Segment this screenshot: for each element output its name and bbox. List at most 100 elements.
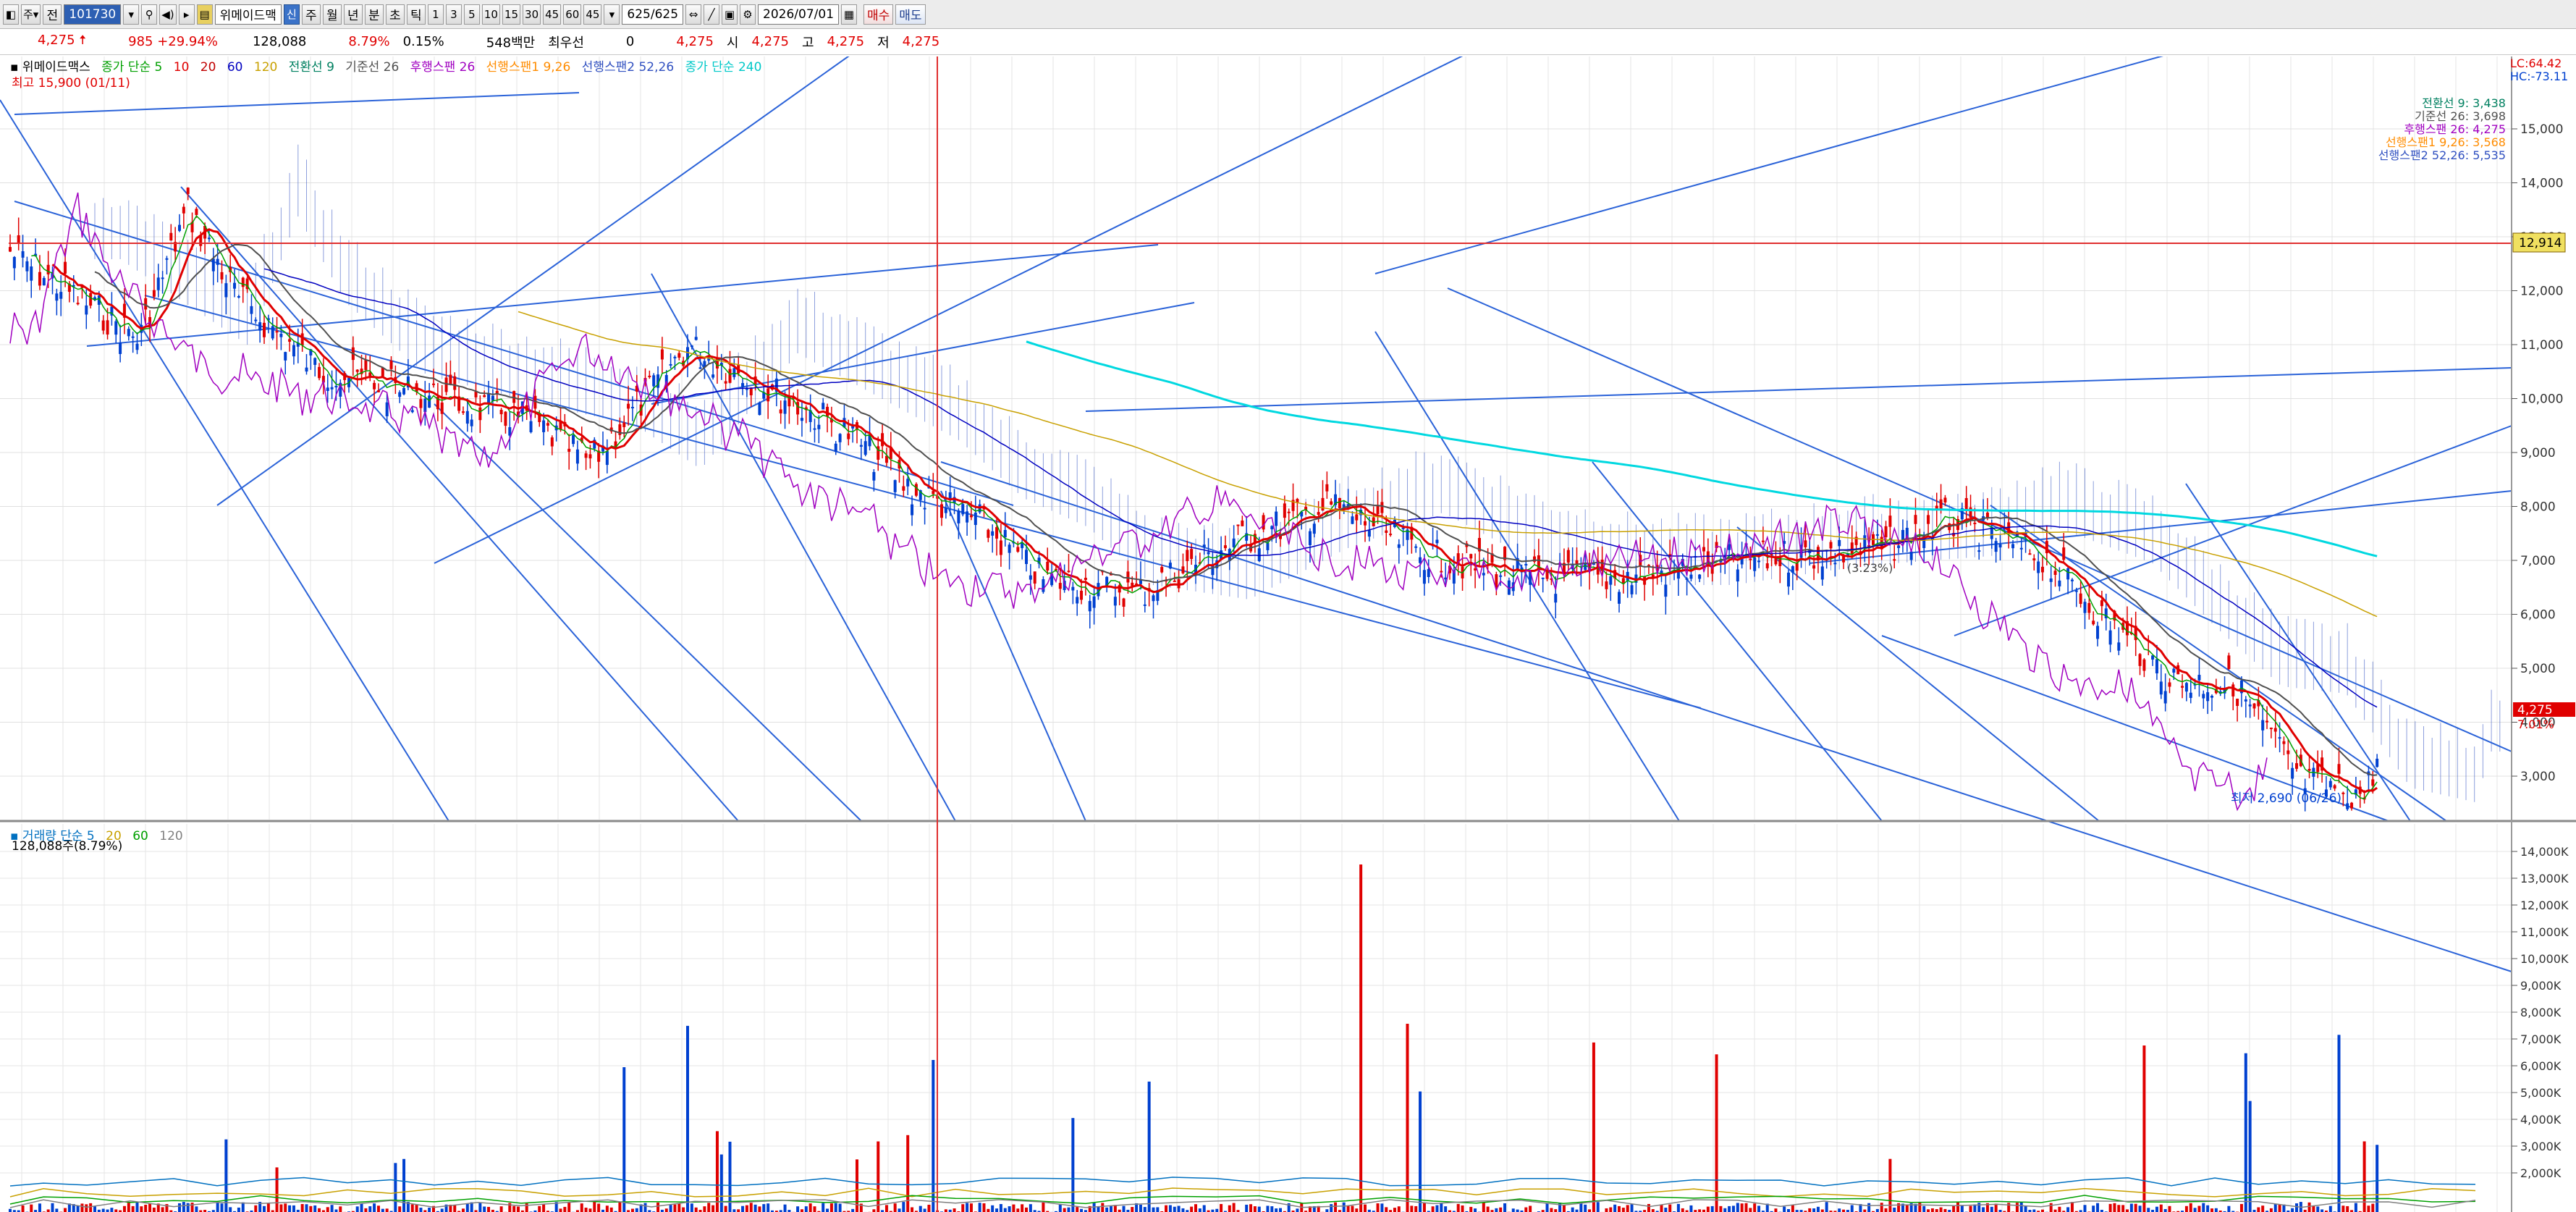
open-label: 시 — [726, 35, 739, 51]
indicator-value: 후행스팬 26: 4,275 — [2404, 122, 2506, 136]
legend-item: ▪ 위메이드맥스 — [10, 60, 90, 75]
period-second[interactable]: 초 — [385, 4, 405, 25]
period-year[interactable]: 년 — [343, 4, 363, 25]
price-tick-label: 12,000 — [2520, 285, 2563, 299]
window-icon[interactable]: ◧ — [3, 4, 19, 25]
legend-item: 선행스팬1 9,26 — [482, 60, 571, 75]
credit-label: 신 — [286, 8, 297, 21]
interval-3[interactable]: 3 — [445, 4, 462, 25]
volume-tick-label: 14,000K — [2520, 845, 2569, 859]
legend-item: 20 — [101, 829, 122, 843]
settings-gear-icon[interactable]: ⚙ — [740, 4, 756, 25]
interval-label: 1 — [432, 7, 439, 21]
search-icon[interactable]: ⚲ — [141, 4, 158, 25]
interval-60[interactable]: 60 — [563, 4, 582, 25]
interval-label: 15 — [504, 7, 519, 21]
hc-label: HC:-73.11 — [2510, 70, 2568, 83]
period-month[interactable]: 월 — [322, 4, 342, 25]
volume-tick-label: 13,000K — [2520, 872, 2569, 885]
legend-item: 전환선 9 — [284, 60, 334, 75]
range-dropdown[interactable]: 전 — [43, 4, 62, 25]
legend-item: 20 — [196, 60, 216, 75]
sell-button[interactable]: 매도 — [895, 4, 926, 25]
buy-button[interactable]: 매수 — [863, 4, 894, 25]
stock-badge-icon: ▤ — [196, 4, 213, 25]
draw-line-icon[interactable]: ╱ — [704, 4, 720, 25]
price-tick-label: 5,000 — [2520, 662, 2556, 676]
period-label: 주 — [305, 9, 317, 23]
change-pct: +29.94% — [157, 34, 218, 49]
legend-item: 10 — [169, 60, 190, 75]
volume-tick-label: 9,000K — [2520, 979, 2562, 993]
volume-tick-label: 6,000K — [2520, 1059, 2562, 1073]
price-tick-label: 10,000 — [2520, 392, 2563, 407]
high-label: 고 — [802, 35, 814, 51]
volume-tick-label: 11,000K — [2520, 925, 2569, 939]
credit-badge: 신 — [283, 4, 300, 25]
price-tick-label: 6,000 — [2520, 608, 2556, 623]
legend-item: 선행스팬2 52,26 — [578, 60, 675, 75]
interval-30[interactable]: 30 — [523, 4, 541, 25]
stock-chart[interactable]: 15,00014,00013,00012,00011,00010,0009,00… — [0, 56, 2576, 1212]
volume-tick-label: 8,000K — [2520, 1006, 2562, 1019]
code-dropdown-icon[interactable]: ▾ — [123, 4, 140, 25]
current-pct-text: 7.01% — [2517, 717, 2554, 731]
volume-tick-label: 4,000K — [2520, 1113, 2562, 1127]
period-label: 틱 — [410, 9, 422, 23]
code-input[interactable]: 101730 — [64, 4, 122, 25]
interval-45[interactable]: 45 — [543, 4, 562, 25]
volume-tick-label: 2,000K — [2520, 1166, 2562, 1180]
interval-label: 45 — [586, 7, 600, 21]
period-minute[interactable]: 분 — [364, 4, 384, 25]
interval-label: 5 — [468, 7, 476, 21]
volume-legend: ▪ 거래량 단순 5 20 60 120 — [10, 825, 190, 843]
interval-label: 45 — [545, 7, 559, 21]
price-change: 985 +29.94% — [128, 34, 218, 49]
toolbar: ◧ 주▾ 전 101730 ▾ ⚲ ◀) ▸ ▤ 위메이드맥 신 주 월 년 분… — [0, 0, 2576, 29]
stock-name-field[interactable]: 위메이드맥 — [214, 4, 282, 25]
buy-label: 매수 — [867, 9, 890, 23]
count-field[interactable]: 625/625 — [622, 4, 684, 25]
legend-item: 120 — [155, 829, 183, 843]
interval-dropdown-icon[interactable]: ▾ — [604, 4, 620, 25]
change-value: 985 — [128, 34, 153, 49]
zoom-icon[interactable]: ⇔ — [685, 4, 702, 25]
nav-icon[interactable]: ▸ — [178, 4, 195, 25]
interval-15[interactable]: 15 — [502, 4, 521, 25]
low-value: 4,275 — [902, 34, 940, 49]
price-value: 4,275 — [38, 32, 75, 48]
interval-5[interactable]: 5 — [463, 4, 480, 25]
legend-item: 종가 단순 5 — [97, 60, 163, 75]
volume-tick-label: 3,000K — [2520, 1140, 2562, 1153]
priority-price: 4,275 — [676, 34, 714, 49]
price-tick-label: 14,000 — [2520, 177, 2563, 191]
price-tick-label: 8,000 — [2520, 500, 2556, 515]
legend-item: 기준선 26 — [341, 60, 400, 75]
period-tick[interactable]: 틱 — [406, 4, 426, 25]
interval-10[interactable]: 10 — [481, 4, 500, 25]
ratio: 0.15% — [402, 34, 444, 49]
code-value: 101730 — [69, 7, 117, 22]
high-value: 4,275 — [827, 34, 865, 49]
volume-tick-label: 5,000K — [2520, 1086, 2562, 1100]
sell-label: 매도 — [899, 9, 922, 23]
period-week[interactable]: 주 — [301, 4, 321, 25]
menu-dropdown[interactable]: 주▾ — [21, 4, 41, 25]
current-price-text: 4,275 — [2517, 703, 2553, 717]
calendar-icon[interactable]: ▦ — [841, 4, 858, 25]
priority-value: 0 — [625, 34, 635, 49]
interval-custom[interactable]: 45 — [583, 4, 602, 25]
legend-item: 후행스팬 26 — [406, 60, 476, 75]
speaker-icon[interactable]: ◀) — [159, 4, 177, 25]
legend-item: 종가 단순 240 — [681, 60, 762, 75]
price-tick-label: 7,000 — [2520, 554, 2556, 568]
price-tick-label: 15,000 — [2520, 122, 2563, 137]
date-field[interactable]: 2026/07/01 — [758, 4, 840, 25]
interval-1[interactable]: 1 — [427, 4, 444, 25]
interval-label: 3 — [450, 7, 457, 21]
priority-label: 최우선 — [548, 35, 584, 51]
count-value: 625/625 — [627, 7, 679, 22]
save-icon[interactable]: ▣ — [722, 4, 738, 25]
period-label: 년 — [347, 9, 359, 23]
legend-item: 60 — [223, 60, 243, 75]
